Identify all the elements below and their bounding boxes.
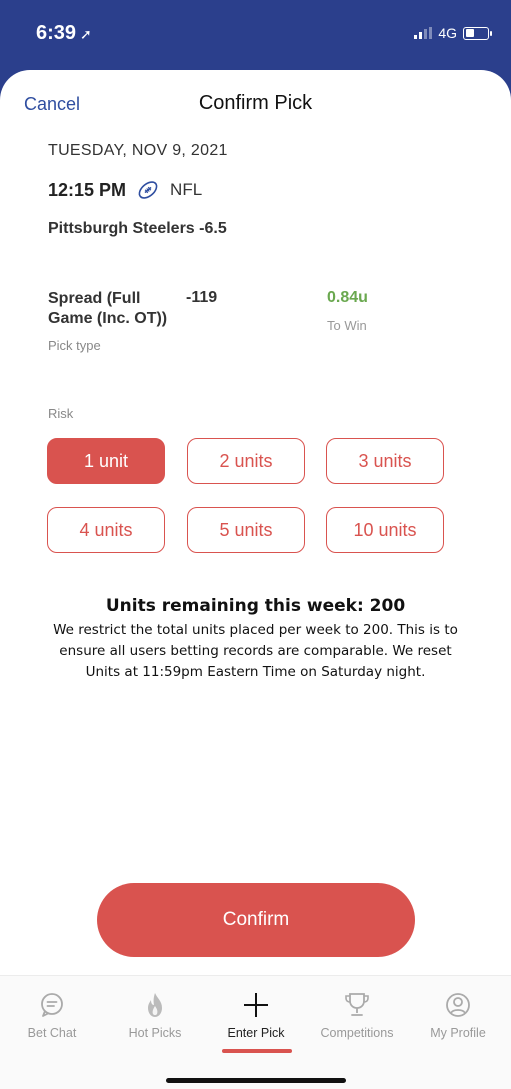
risk-option-3-units[interactable]: 3 units [326,438,444,484]
fire-icon [148,993,162,1017]
to-win-value: 0.84u [327,289,368,306]
game-league: NFL [170,180,203,199]
trophy-icon [345,993,369,1016]
tab-label: My Profile [430,1026,486,1040]
location-arrow-icon: ➚ [80,26,92,42]
home-indicator [166,1078,346,1083]
units-remaining-title: Units remaining this week: 200 [105,596,406,616]
football-icon [138,181,158,199]
chat-icon [41,993,63,1017]
risk-option-4-units[interactable]: 4 units [47,507,165,553]
tab-competitions[interactable]: Competitions [307,990,407,1040]
plus-icon [244,993,268,1017]
risk-option-10-units[interactable]: 10 units [326,507,444,553]
network-label: 4G [438,25,457,41]
tab-bet-chat[interactable]: Bet Chat [2,990,102,1040]
units-info-panel: Units remaining this week: 200 We restri… [53,584,458,722]
signal-icon [414,27,433,39]
risk-option-2-units[interactable]: 2 units [187,438,305,484]
pick-odds: -119 [186,289,218,306]
pick-team: Pittsburgh Steelers -6.5 [48,220,227,237]
status-time-text: 6:39 [36,22,77,44]
tab-hot-picks[interactable]: Hot Picks [105,990,205,1040]
risk-label: Risk [48,406,74,421]
units-info-text: We restrict the total units placed per w… [53,622,458,680]
game-time-row: 12:15 PM NFL [48,178,202,202]
status-indicators: 4G [414,25,492,41]
profile-icon [446,993,470,1017]
game-date: TUESDAY, NOV 9, 2021 [48,142,228,159]
tab-label: Competitions [320,1026,394,1040]
tab-bar: Bet Chat Hot Picks Enter Pick Competitio… [0,975,511,1089]
tab-enter-pick[interactable]: Enter Pick [206,990,306,1040]
tab-label: Bet Chat [27,1026,77,1040]
active-tab-indicator [222,1049,292,1053]
status-bar: 6:39 ➚ 4G [0,0,511,70]
status-time: 6:39 ➚ [36,22,92,45]
tab-my-profile[interactable]: My Profile [408,990,508,1040]
tab-label: Hot Picks [128,1026,182,1040]
risk-option-1-unit[interactable]: 1 unit [47,438,165,484]
confirm-button[interactable]: Confirm [97,883,415,957]
tab-label: Enter Pick [227,1026,285,1040]
battery-icon [463,26,492,40]
pick-type-label: Pick type [48,338,101,353]
page-title: Confirm Pick [198,92,313,114]
to-win-label: To Win [327,318,367,333]
game-time: 12:15 PM [48,179,127,200]
risk-option-5-units[interactable]: 5 units [187,507,305,553]
pick-type-value: Spread (Full Game (Inc. OT)) [48,290,168,327]
confirm-pick-sheet: Cancel Confirm Pick TUESDAY, NOV 9, 2021… [0,70,511,1089]
